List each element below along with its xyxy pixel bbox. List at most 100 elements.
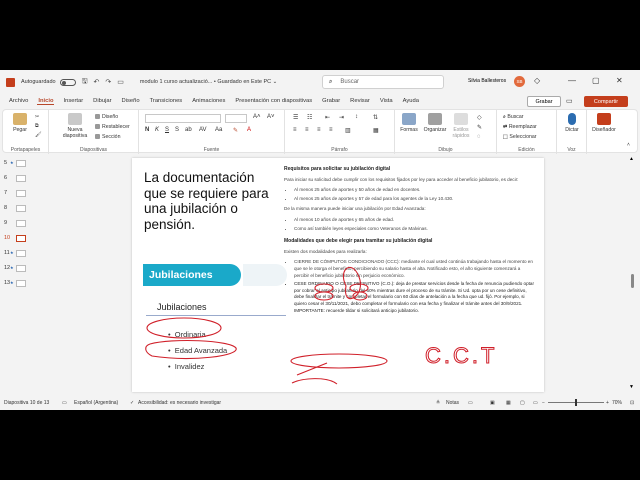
thumbnail-slide-12[interactable]: 12 ★ (2, 263, 32, 275)
font-size-select[interactable] (225, 114, 247, 123)
notes-icon[interactable]: ≜ (436, 400, 440, 406)
shadow-icon[interactable]: S (175, 127, 179, 133)
tab-transiciones[interactable]: Transiciones (149, 98, 184, 104)
section-button[interactable]: Sección (95, 134, 120, 140)
grow-font-icon[interactable]: A˄ (253, 114, 261, 120)
minimize-icon[interactable]: — (568, 76, 576, 85)
accessibility-icon[interactable]: ✓ (130, 400, 134, 406)
columns-icon[interactable]: ▥ (345, 127, 351, 134)
diamond-icon[interactable]: ◇ (534, 76, 540, 85)
zoom-out-icon[interactable]: − (542, 400, 545, 406)
tab-vista[interactable]: Vista (379, 98, 394, 104)
thumbnail-slide-13[interactable]: 13 ★ (2, 278, 32, 290)
shrink-font-icon[interactable]: A˅ (267, 114, 275, 120)
vertical-scrollbar[interactable]: ▲ ▼ (628, 156, 636, 394)
layout-button[interactable]: Diseño (95, 114, 118, 120)
undo-icon[interactable]: ↶ (94, 78, 100, 86)
arrange-button[interactable]: Organizar (421, 113, 449, 133)
share-button[interactable]: Compartir (584, 96, 628, 107)
list-item-invalidez[interactable]: • Invalidez (168, 362, 204, 371)
font-family-select[interactable] (145, 114, 221, 123)
notes-button[interactable]: Notas (446, 400, 459, 406)
format-painter-icon[interactable]: 🖌 (35, 132, 42, 138)
line-spacing-icon[interactable]: ↕ (355, 114, 358, 120)
autosave-toggle[interactable] (59, 78, 76, 86)
numbering-icon[interactable]: ☷ (307, 114, 312, 121)
font-color-icon[interactable]: A (247, 127, 251, 133)
redo-icon[interactable]: ↷ (105, 78, 111, 86)
highlight-icon[interactable]: ✎ (233, 127, 238, 134)
tab-archivo[interactable]: Archivo (8, 98, 29, 104)
designer-button[interactable]: Diseñador (589, 113, 619, 133)
dictate-button[interactable]: Dictar (559, 113, 585, 133)
new-slide-button[interactable]: Nueva diapositiva (59, 113, 91, 139)
shape-fill-icon[interactable]: ◇ (477, 114, 482, 121)
shapes-button[interactable]: Formas (397, 113, 421, 133)
bullets-icon[interactable]: ☰ (293, 114, 298, 121)
text-direction-icon[interactable]: ⇅ (373, 114, 378, 121)
accessibility-label[interactable]: Accesibilidad: es necesario investigar (138, 400, 221, 406)
copy-icon[interactable]: ⧉ (35, 123, 39, 130)
list-title[interactable]: Jubilaciones (157, 302, 207, 312)
list-item-edad-avanzada[interactable]: • Edad Avanzada (168, 346, 227, 355)
tab-revisar[interactable]: Revisar (349, 98, 371, 104)
reading-view-icon[interactable]: ▢ (520, 400, 525, 406)
close-icon[interactable]: ✕ (616, 76, 623, 85)
comments-status-icon[interactable]: ▭ (468, 400, 473, 406)
normal-view-icon[interactable]: ▣ (490, 400, 495, 406)
tab-ayuda[interactable]: Ayuda (402, 98, 420, 104)
quick-styles-button[interactable]: Estilos rápidos (449, 113, 473, 139)
spacing-icon[interactable]: AV (199, 127, 207, 133)
record-button[interactable]: Grabar (527, 96, 561, 107)
sorter-view-icon[interactable]: ▦ (506, 400, 511, 406)
select-button[interactable]: ⬚ Seleccionar (503, 134, 536, 140)
avatar[interactable]: SB (514, 76, 525, 87)
shape-effects-icon[interactable]: ◌ (477, 134, 481, 140)
thumbnail-slide-11[interactable]: 11 ★ (2, 248, 32, 260)
tab-diseno[interactable]: Diseño (121, 98, 141, 104)
scroll-thumb[interactable] (631, 274, 634, 288)
slideshow-view-icon[interactable]: ▭ (533, 400, 538, 406)
collapse-ribbon-icon[interactable]: ˄ (627, 142, 630, 148)
save-icon[interactable]: 🖫 (82, 77, 88, 88)
slide-title[interactable]: La documentación que se requiere para un… (144, 170, 274, 232)
strikethrough-icon[interactable]: ab (185, 127, 192, 133)
zoom-level[interactable]: 70% (612, 400, 622, 406)
decrease-indent-icon[interactable]: ⇤ (325, 114, 330, 121)
scroll-up-icon[interactable]: ▲ (629, 156, 634, 162)
change-case-icon[interactable]: Aa (215, 127, 222, 133)
language-icon[interactable]: ▭ (62, 400, 67, 406)
present-icon[interactable]: ▭ (117, 78, 124, 86)
shape-outline-icon[interactable]: ✎ (477, 124, 482, 131)
align-right-icon[interactable]: ≡ (317, 127, 321, 133)
fit-slide-icon[interactable]: ⊡ (630, 400, 634, 406)
replace-button[interactable]: ⇄ Reemplazar (503, 124, 537, 130)
increase-indent-icon[interactable]: ⇥ (339, 114, 344, 121)
tab-presentacion[interactable]: Presentación con diapositivas (234, 98, 313, 104)
thumbnail-slide-5[interactable]: 5 ★ (2, 158, 32, 170)
maximize-icon[interactable]: ▢ (592, 76, 600, 85)
thumbnail-slide-6[interactable]: 6 (2, 173, 32, 185)
underline-icon[interactable]: S (165, 127, 169, 133)
bold-icon[interactable]: N (145, 127, 149, 133)
zoom-slider-handle[interactable] (575, 399, 577, 406)
language-label[interactable]: Español (Argentina) (74, 400, 118, 406)
banner-jubilaciones[interactable]: Jubilaciones (143, 264, 241, 286)
find-button[interactable]: ⌕ Buscar (503, 114, 524, 121)
tab-animaciones[interactable]: Animaciones (191, 98, 226, 104)
align-center-icon[interactable]: ≡ (305, 127, 309, 133)
tab-insertar[interactable]: Insertar (62, 98, 84, 104)
tab-dibujar[interactable]: Dibujar (92, 98, 112, 104)
search-box[interactable]: ⌕ Buscar (322, 75, 444, 89)
thumbnail-slide-10[interactable]: 10 (2, 233, 32, 245)
thumbnail-slide-7[interactable]: 7 (2, 188, 32, 200)
paste-button[interactable]: Pegar (9, 113, 31, 133)
thumbnail-slide-8[interactable]: 8 (2, 203, 32, 215)
zoom-in-icon[interactable]: + (606, 400, 609, 406)
reset-button[interactable]: Restablecer (95, 124, 130, 130)
document-name[interactable]: modulo 1 curso actualizació... • Guardad… (140, 79, 277, 85)
cut-icon[interactable]: ✂ (35, 114, 39, 120)
tab-inicio[interactable]: Inicio (37, 98, 55, 105)
scroll-down-icon[interactable]: ▼ (629, 384, 634, 390)
tab-grabar[interactable]: Grabar (321, 98, 341, 104)
